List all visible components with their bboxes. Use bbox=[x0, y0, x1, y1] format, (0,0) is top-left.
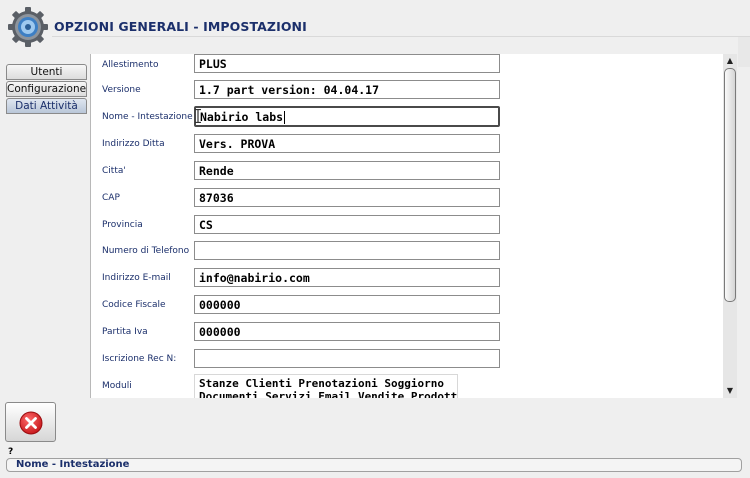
indirizzo-ditta-field[interactable]: Vers. PROVA bbox=[194, 134, 500, 153]
iscrizione-rec-field[interactable] bbox=[194, 349, 500, 368]
text-caret bbox=[284, 111, 286, 124]
label-nome-intestazione: Nome - Intestazione bbox=[102, 112, 193, 122]
label-partita-iva: Partita Iva bbox=[102, 327, 148, 337]
moduli-list: Stanze Clienti Prenotazioni Soggiorno Do… bbox=[194, 374, 458, 398]
help-mark: ? bbox=[8, 447, 14, 457]
window-edge bbox=[738, 37, 750, 67]
nome-intestazione-field[interactable]: Nabirio labs bbox=[194, 106, 500, 127]
arrow-up-icon[interactable]: ▲ bbox=[723, 55, 737, 67]
status-bar: Nome - Intestazione bbox=[6, 458, 742, 472]
label-codice-fiscale: Codice Fiscale bbox=[102, 300, 166, 310]
moduli-line-1: Stanze Clienti Prenotazioni Soggiorno bbox=[199, 377, 445, 390]
label-indirizzo-email: Indirizzo E-mail bbox=[102, 273, 171, 283]
nome-intestazione-value: Nabirio labs bbox=[200, 110, 284, 124]
label-moduli: Moduli bbox=[102, 381, 132, 391]
label-iscrizione-rec: Iscrizione Rec N: bbox=[102, 354, 177, 364]
tab-configurazione[interactable]: Configurazione bbox=[6, 81, 87, 97]
close-icon bbox=[19, 411, 43, 435]
cap-field[interactable]: 87036 bbox=[194, 188, 500, 207]
label-numero-telefono: Numero di Telefono bbox=[102, 246, 190, 256]
label-citta: Citta' bbox=[102, 166, 126, 176]
label-cap: CAP bbox=[102, 193, 120, 203]
close-button[interactable] bbox=[5, 402, 56, 442]
tab-utenti[interactable]: Utenti bbox=[6, 64, 87, 80]
provincia-field[interactable]: CS bbox=[194, 215, 500, 234]
gear-icon bbox=[8, 7, 48, 47]
label-provincia: Provincia bbox=[102, 220, 143, 230]
header-divider bbox=[52, 36, 750, 37]
indirizzo-email-field[interactable]: info@nabirio.com bbox=[194, 268, 500, 287]
vertical-scrollbar[interactable]: ▲ ▼ bbox=[723, 54, 737, 398]
window-title: OPZIONI GENERALI - IMPOSTAZIONI bbox=[54, 19, 307, 34]
tab-dati-attivita[interactable]: Dati Attività bbox=[6, 98, 87, 114]
versione-field[interactable]: 1.7 part version: 04.04.17 bbox=[194, 80, 500, 99]
settings-form: Allestimento PLUS Versione 1.7 part vers… bbox=[90, 54, 723, 398]
moduli-line-2: Documenti Servizi Email Vendite Prodotti bbox=[199, 390, 458, 398]
window-header: OPZIONI GENERALI - IMPOSTAZIONI bbox=[0, 0, 750, 52]
scrollbar-thumb[interactable] bbox=[724, 68, 736, 302]
label-allestimento: Allestimento bbox=[102, 60, 159, 70]
citta-field[interactable]: Rende bbox=[194, 161, 500, 180]
partita-iva-field[interactable]: 000000 bbox=[194, 322, 500, 341]
label-indirizzo-ditta: Indirizzo Ditta bbox=[102, 139, 165, 149]
codice-fiscale-field[interactable]: 000000 bbox=[194, 295, 500, 314]
numero-telefono-field[interactable] bbox=[194, 241, 500, 260]
label-versione: Versione bbox=[102, 85, 141, 95]
arrow-down-icon[interactable]: ▼ bbox=[723, 385, 737, 397]
allestimento-field[interactable]: PLUS bbox=[194, 54, 500, 73]
